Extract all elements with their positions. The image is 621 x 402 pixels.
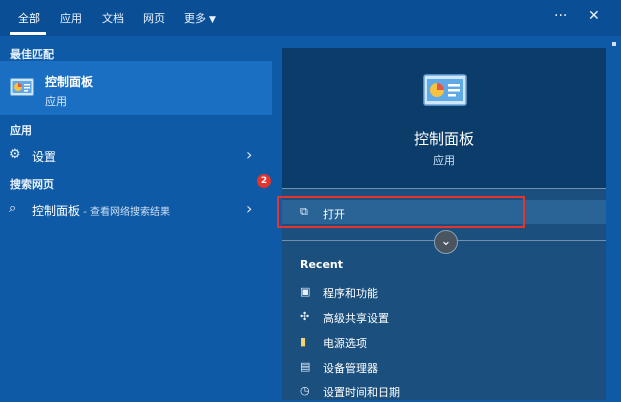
- best-match-item[interactable]: [0, 61, 272, 115]
- chevron-right-icon: ›: [246, 199, 253, 218]
- recent-item-power[interactable]: ▮ 电源选项: [300, 333, 600, 353]
- recent-item-label: 高级共享设置: [323, 312, 389, 325]
- best-match-subtitle: 应用: [45, 95, 67, 108]
- preview-title: 控制面板: [413, 130, 474, 148]
- recent-item-device-manager[interactable]: ▤ 设备管理器: [300, 358, 600, 378]
- recent-item-label: 程序和功能: [323, 287, 378, 300]
- close-icon[interactable]: ✕: [588, 8, 600, 24]
- network-icon: ✣: [300, 310, 310, 323]
- tab-documents[interactable]: 文档: [102, 10, 124, 26]
- chevron-right-icon: ›: [246, 145, 253, 164]
- search-icon: ⌕: [9, 201, 17, 216]
- tab-more-label: 更多: [184, 12, 206, 25]
- more-options-icon[interactable]: ···: [554, 8, 567, 24]
- recent-item-label: 电源选项: [323, 337, 367, 350]
- web-section-label: 搜索网页: [10, 178, 54, 191]
- device-manager-icon: ▤: [300, 360, 311, 373]
- notification-badge: 2: [257, 174, 271, 188]
- expand-button[interactable]: ⌄: [434, 230, 458, 254]
- tab-all[interactable]: 全部: [18, 10, 40, 26]
- highlight-annotation: [277, 196, 525, 228]
- recent-item-datetime[interactable]: ◷ 设置时间和日期: [300, 382, 600, 402]
- recent-item-label: 设备管理器: [323, 362, 378, 375]
- chevron-down-icon: ⌄: [440, 234, 452, 249]
- programs-icon: ▣: [300, 285, 311, 298]
- settings-item[interactable]: ⚙ 设置 ›: [0, 142, 272, 168]
- clock-icon: ◷: [300, 384, 310, 397]
- recent-item-programs[interactable]: ▣ 程序和功能: [300, 283, 600, 303]
- best-match-title: 控制面板: [45, 75, 94, 89]
- gear-icon: ⚙: [9, 147, 21, 162]
- web-search-item[interactable]: ⌕ 控制面板 - 查看网络搜索结果 ›: [0, 196, 272, 222]
- control-panel-icon: [10, 78, 34, 96]
- tab-more[interactable]: 更多 ▼: [184, 10, 216, 26]
- tab-web[interactable]: 网页: [143, 10, 165, 26]
- divider: [282, 188, 606, 189]
- control-panel-icon: [423, 74, 467, 106]
- recent-item-label: 设置时间和日期: [323, 386, 400, 399]
- web-search-label: 控制面板 - 查看网络搜索结果: [32, 202, 170, 219]
- recent-label: Recent: [300, 258, 344, 271]
- scroll-indicator: [612, 42, 616, 46]
- chevron-down-icon: ▼: [209, 15, 216, 25]
- top-bar: [0, 0, 621, 36]
- settings-item-label: 设置: [32, 150, 57, 164]
- tab-apps[interactable]: 应用: [60, 10, 82, 26]
- recent-item-sharing[interactable]: ✣ 高级共享设置: [300, 308, 600, 328]
- apps-section-label: 应用: [10, 124, 32, 137]
- best-match-label: 最佳匹配: [10, 48, 54, 61]
- active-tab-indicator: [10, 32, 46, 35]
- power-icon: ▮: [300, 335, 307, 348]
- web-search-suffix: - 查看网络搜索结果: [80, 207, 170, 218]
- preview-subtitle: 应用: [433, 154, 455, 167]
- web-search-title: 控制面板: [32, 204, 81, 218]
